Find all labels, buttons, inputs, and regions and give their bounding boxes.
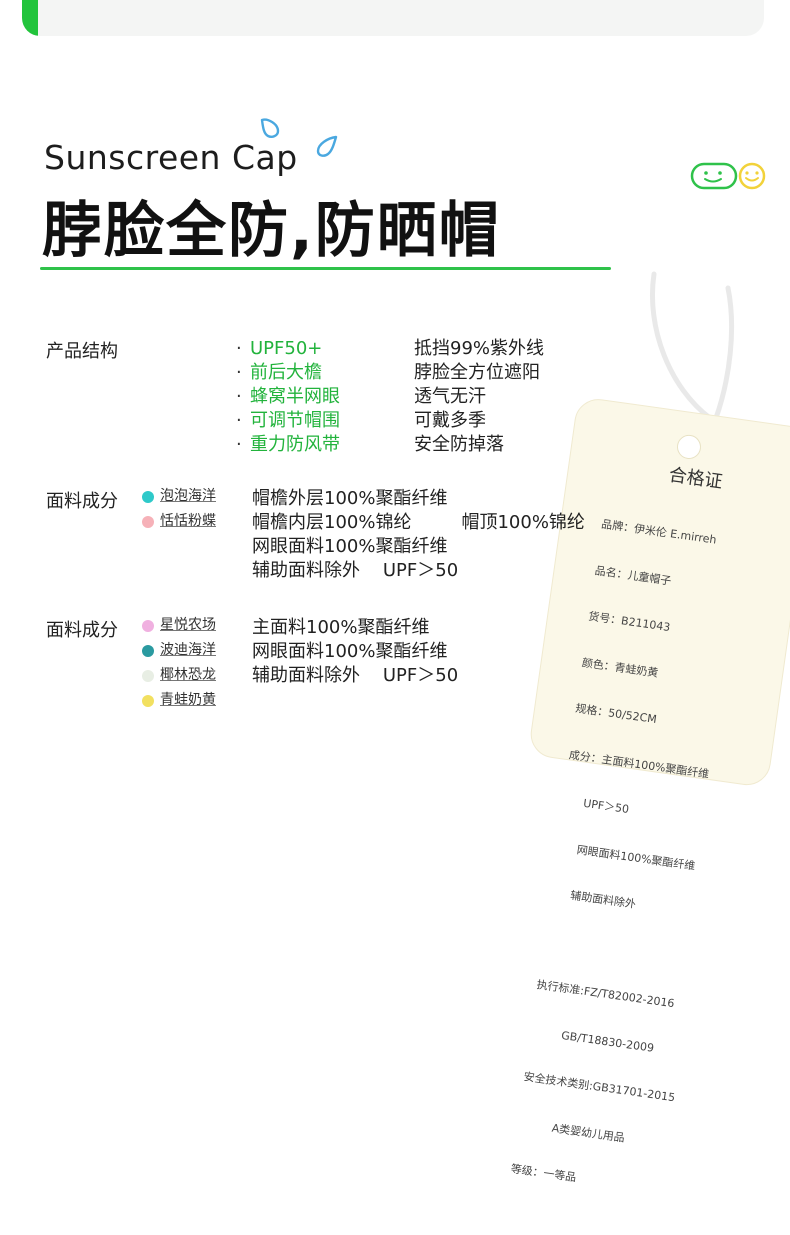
water-drop-icon — [260, 118, 280, 138]
title-cn: 脖脸全防,防晒帽 — [42, 196, 501, 266]
structure-desc-list: 抵挡99%紫外线 脖脸全方位遮阳 透气无汗 可戴多季 安全防掉落 — [414, 337, 544, 457]
color-dot — [142, 694, 154, 707]
top-card — [22, 0, 764, 36]
structure-label: 产品结构 — [46, 341, 118, 362]
color-swatches: 星悦农场 波迪海洋 椰林恐龙 青蛙奶黄 — [142, 613, 216, 713]
list-item: · 可调节帽围 — [236, 410, 340, 431]
structure-list: · UPF50+ · 前后大檐 · 蜂窝半网眼 · 可调节帽围 · 重力防风带 — [236, 337, 340, 457]
fabric-line: 网眼面料100%聚酯纤维 — [252, 641, 448, 662]
color-option[interactable]: 青蛙奶黄 — [142, 688, 216, 713]
water-drop-icon — [316, 135, 338, 157]
feature-name: 前后大檐 — [250, 362, 322, 383]
list-item: · 前后大檐 — [236, 362, 322, 383]
tag-line: 辅助面料除外 — [548, 885, 637, 911]
list-item: · 重力防风带 — [236, 434, 340, 455]
tag-line: 规格：50/52CM — [574, 701, 658, 727]
tag-line: 执行标准:FZ/T82002-2016 — [535, 978, 676, 1011]
color-dot — [142, 669, 154, 682]
color-dot — [142, 515, 154, 528]
color-option[interactable]: 波迪海洋 — [142, 638, 216, 663]
color-option[interactable]: 椰林恐龙 — [142, 663, 216, 688]
fabric-line: 帽檐外层100%聚酯纤维 — [252, 488, 448, 509]
feature-desc: 可戴多季 — [414, 410, 486, 431]
color-dot — [142, 619, 154, 632]
color-swatches: 泡泡海洋 恬恬粉蝶 — [142, 484, 216, 534]
tag-hole — [675, 433, 703, 461]
feature-desc: 抵挡99%紫外线 — [414, 338, 545, 359]
tag-title: 合格证 — [667, 464, 724, 493]
mascot-icon — [690, 162, 766, 190]
fabric-composition: 帽檐外层100%聚酯纤维 帽檐内层100%锦纶 帽顶100%锦纶 网眼面料100%… — [252, 487, 585, 583]
tag-line — [542, 931, 695, 968]
feature-desc: 脖脸全方位遮阳 — [414, 362, 540, 383]
fabric-line: 主面料100%聚酯纤维 — [252, 617, 430, 638]
fabric-line: 帽檐内层100%锦纶 帽顶100%锦纶 — [252, 512, 585, 533]
fabric-line: 辅助面料除外 UPF＞50 — [252, 560, 459, 581]
color-option[interactable]: 恬恬粉蝶 — [142, 509, 216, 534]
fabric-label: 面料成分 — [46, 491, 118, 512]
tag-line: 等级：一等品 — [509, 1162, 578, 1185]
feature-name: 可调节帽围 — [250, 410, 340, 431]
tag-line: 安全技术类别:GB31701-2015 — [522, 1070, 676, 1105]
tag-lines: 品牌：伊米伦 E.mirreh 品名：儿童帽子 货号：B211043 颜色：青蛙… — [505, 486, 758, 1229]
tag-line: 网眼面料100%聚酯纤维 — [555, 839, 697, 873]
feature-name: 蜂窝半网眼 — [250, 386, 340, 407]
title-en: Sunscreen Cap — [44, 138, 298, 177]
fabric-composition: 主面料100%聚酯纤维 网眼面料100%聚酯纤维 辅助面料除外 UPF＞50 — [252, 616, 458, 688]
tag-string — [649, 271, 735, 421]
title-underline — [40, 267, 611, 270]
tag-line: GB/T18830-2009 — [529, 1024, 655, 1055]
list-item: · UPF50+ — [236, 338, 323, 359]
qualification-tag: 合格证 品牌：伊米伦 E.mirreh 品名：儿童帽子 货号：B211043 颜… — [510, 396, 790, 1184]
feature-name: 重力防风带 — [250, 434, 340, 455]
tag-line: 成分：主面料100%聚酯纤维 — [568, 747, 711, 781]
fabric-extra: 帽顶100%锦纶 — [461, 512, 585, 533]
tag-line: 货号：B211043 — [587, 609, 672, 635]
color-option[interactable]: 星悦农场 — [142, 613, 216, 638]
color-option[interactable]: 泡泡海洋 — [142, 484, 216, 509]
tag-line: 品名：儿童帽子 — [594, 563, 673, 588]
color-dot — [142, 490, 154, 503]
tag-line: 颜色：青蛙奶黄 — [581, 655, 660, 680]
feature-desc: 透气无汗 — [414, 386, 486, 407]
fabric-label: 面料成分 — [46, 620, 118, 641]
color-dot — [142, 644, 154, 657]
tag-line: UPF＞50 — [561, 793, 630, 817]
feature-name: UPF50+ — [250, 338, 323, 359]
fabric-line: 辅助面料除外 UPF＞50 — [252, 665, 459, 686]
tag-line: A类婴幼儿用品 — [516, 1116, 626, 1145]
feature-desc: 安全防掉落 — [414, 434, 504, 455]
fabric-line: 网眼面料100%聚酯纤维 — [252, 536, 448, 557]
list-item: · 蜂窝半网眼 — [236, 386, 340, 407]
top-card-accent — [22, 0, 38, 36]
tag-line: 品牌：伊米伦 E.mirreh — [600, 517, 718, 547]
